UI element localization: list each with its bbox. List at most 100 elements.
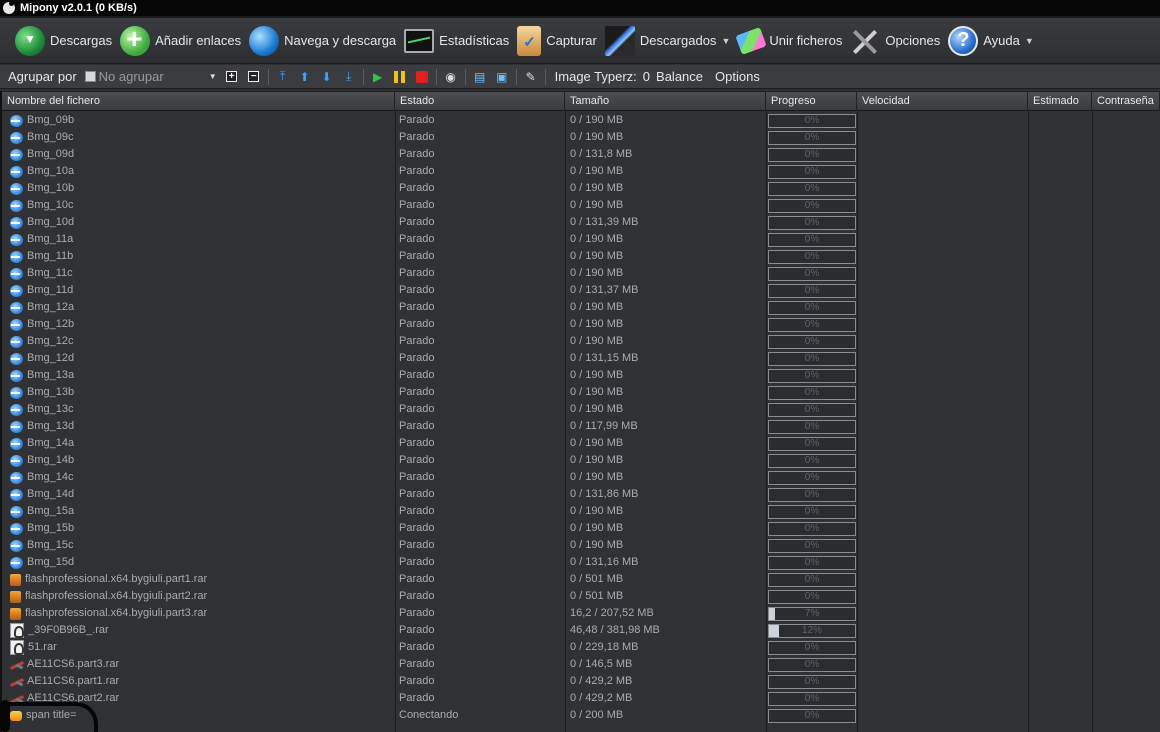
table-row[interactable]: Bmg_11b Parado 0 / 190 MB 0%	[2, 248, 1160, 265]
table-row[interactable]: Bmg_11d Parado 0 / 131,37 MB 0%	[2, 282, 1160, 299]
size-cell: 0 / 190 MB	[570, 522, 624, 534]
table-row[interactable]: Bmg_09b Parado 0 / 190 MB 0%	[2, 112, 1160, 129]
file-name-cell: _39F0B96B_.rar	[2, 622, 394, 639]
table-row[interactable]: Bmg_13b Parado 0 / 190 MB 0%	[2, 384, 1160, 401]
downloaded-button[interactable]: Descargados ▼	[602, 21, 734, 61]
downloads-icon	[15, 25, 45, 56]
image-typerz-value: 0	[642, 69, 651, 84]
progress-label: 0%	[804, 455, 820, 466]
table-row[interactable]: Bmg_09c Parado 0 / 190 MB 0%	[2, 129, 1160, 146]
descargas-button[interactable]: Descargas	[12, 21, 115, 61]
table-row[interactable]: Bmg_10b Parado 0 / 190 MB 0%	[2, 180, 1160, 197]
column-header-speed[interactable]: Velocidad	[857, 92, 1028, 111]
table-row[interactable]: Bmg_12d Parado 0 / 131,15 MB 0%	[2, 350, 1160, 367]
file-name-cell: flashprofessional.x64.bygiuli.part2.rar	[2, 588, 394, 605]
rar-file-icon	[10, 607, 21, 620]
table-row[interactable]: Bmg_12b Parado 0 / 190 MB 0%	[2, 316, 1160, 333]
table-row[interactable]: 51.rar Parado 0 / 229,18 MB 0%	[2, 639, 1160, 656]
options-button[interactable]: Opciones	[847, 21, 943, 61]
file-name: AE11CS6.part3.rar	[27, 658, 120, 670]
column-header-estimated[interactable]: Estimado	[1028, 92, 1092, 111]
downloaded-label: Descargados	[639, 33, 717, 48]
table-row[interactable]: flashprofessional.x64.bygiuli.part2.rar P…	[2, 588, 1160, 605]
clean-button[interactable]: ✎	[523, 69, 539, 85]
table-row[interactable]: Bmg_14a Parado 0 / 190 MB 0%	[2, 435, 1160, 452]
table-row[interactable]: Bmg_13c Parado 0 / 190 MB 0%	[2, 401, 1160, 418]
expand-all-button[interactable]: +	[224, 69, 240, 85]
table-row[interactable]: flashprofessional.x64.bygiuli.part3.rar P…	[2, 605, 1160, 622]
column-header-size[interactable]: Tamaño	[565, 92, 766, 111]
table-row[interactable]: Bmg_15a Parado 0 / 190 MB 0%	[2, 503, 1160, 520]
download-file-icon	[10, 284, 23, 297]
table-row[interactable]: AE11CS6.part1.rar Parado 0 / 429,2 MB 0%	[2, 673, 1160, 690]
balance-link[interactable]: Balance	[656, 69, 703, 84]
file-name: Bmg_12c	[27, 335, 74, 347]
table-row[interactable]: flashprofessional.x64.bygiuli.part1.rar P…	[2, 571, 1160, 588]
pause-button[interactable]	[392, 69, 408, 85]
table-row[interactable]: _39F0B96B_.rar Parado 46,48 / 381,98 MB 12%	[2, 622, 1160, 639]
progress-bar: 0%	[768, 352, 856, 366]
size-cell: 0 / 190 MB	[570, 335, 624, 347]
progress-bar: 0%	[768, 488, 856, 502]
collapse-all-button[interactable]: −	[246, 69, 262, 85]
shutdown-button[interactable]: ◉	[443, 69, 459, 85]
progress-label: 0%	[804, 574, 820, 585]
move-top-button[interactable]: ⤒	[275, 69, 291, 85]
table-row[interactable]: Bmg_10d Parado 0 / 131,39 MB 0%	[2, 214, 1160, 231]
size-cell: 0 / 190 MB	[570, 505, 624, 517]
table-row[interactable]: Bmg_15d Parado 0 / 131,16 MB 0%	[2, 554, 1160, 571]
size-cell: 0 / 190 MB	[570, 539, 624, 551]
table-row[interactable]: Bmg_11a Parado 0 / 190 MB 0%	[2, 231, 1160, 248]
progress-bar: 0%	[768, 233, 856, 247]
progress-label: 0%	[804, 251, 820, 262]
move-down-button[interactable]: ⬇	[319, 69, 335, 85]
add-links-button[interactable]: Añadir enlaces	[117, 21, 244, 61]
statistics-button[interactable]: Estadísticas	[401, 21, 512, 61]
options-link[interactable]: Options	[715, 69, 760, 84]
progress-label: 0%	[804, 370, 820, 381]
table-row[interactable]: span title= Conectando 0 / 200 MB 0%	[2, 707, 1160, 724]
move-up-button[interactable]: ⬆	[297, 69, 313, 85]
help-button[interactable]: Ayuda ▼	[945, 21, 1037, 61]
column-header-progress[interactable]: Progreso	[766, 92, 857, 111]
column-header-status[interactable]: Estado	[395, 92, 565, 111]
table-row[interactable]: Bmg_11c Parado 0 / 190 MB 0%	[2, 265, 1160, 282]
browse-download-button[interactable]: Navega y descarga	[246, 21, 399, 61]
capture-button[interactable]: Capturar	[514, 21, 600, 61]
table-row[interactable]: Bmg_15c Parado 0 / 190 MB 0%	[2, 537, 1160, 554]
table-row[interactable]: Bmg_14b Parado 0 / 190 MB 0%	[2, 452, 1160, 469]
table-row[interactable]: AE11CS6.part3.rar Parado 0 / 146,5 MB 0%	[2, 656, 1160, 673]
table-row[interactable]: Bmg_09d Parado 0 / 131,8 MB 0%	[2, 146, 1160, 163]
status-cell: Parado	[399, 590, 435, 602]
move-bottom-button[interactable]: ⤓	[341, 69, 357, 85]
power-icon: ◉	[445, 69, 456, 84]
status-cell: Parado	[399, 624, 435, 636]
table-row[interactable]: Bmg_13a Parado 0 / 190 MB 0%	[2, 367, 1160, 384]
group-by-select[interactable]: No agrupar ▼	[84, 68, 217, 86]
progress-bar: 7%	[768, 607, 856, 621]
download-file-icon	[10, 301, 23, 314]
plus-box-icon: +	[226, 71, 238, 82]
file-name-cell: AE11CS6.part1.rar	[2, 673, 394, 690]
table-row[interactable]: Bmg_14c Parado 0 / 190 MB 0%	[2, 469, 1160, 486]
stop-button[interactable]	[414, 69, 430, 85]
start-button[interactable]: ▶	[370, 69, 386, 85]
table-row[interactable]: Bmg_15b Parado 0 / 190 MB 0%	[2, 520, 1160, 537]
download-file-icon	[10, 199, 23, 212]
table-row[interactable]: Bmg_10a Parado 0 / 190 MB 0%	[2, 163, 1160, 180]
table-row[interactable]: Bmg_12a Parado 0 / 190 MB 0%	[2, 299, 1160, 316]
table-row[interactable]: Bmg_10c Parado 0 / 190 MB 0%	[2, 197, 1160, 214]
table-row[interactable]: Bmg_12c Parado 0 / 190 MB 0%	[2, 333, 1160, 350]
column-header-name[interactable]: Nombre del fichero	[2, 92, 395, 111]
column-header-password[interactable]: Contraseña	[1092, 92, 1160, 111]
progress-label: 0%	[804, 404, 820, 415]
table-row[interactable]: Bmg_13d Parado 0 / 117,99 MB 0%	[2, 418, 1160, 435]
save-list-button[interactable]: ▤	[472, 69, 488, 85]
load-list-button[interactable]: ▣	[494, 69, 510, 85]
download-file-icon	[10, 250, 23, 263]
table-row[interactable]: Bmg_14d Parado 0 / 131,86 MB 0%	[2, 486, 1160, 503]
table-row[interactable]: AE11CS6.part2.rar Parado 0 / 429,2 MB 0%	[2, 690, 1160, 707]
download-file-icon	[10, 233, 23, 246]
download-file-icon	[10, 131, 23, 144]
join-files-button[interactable]: Unir ficheros	[735, 21, 845, 61]
